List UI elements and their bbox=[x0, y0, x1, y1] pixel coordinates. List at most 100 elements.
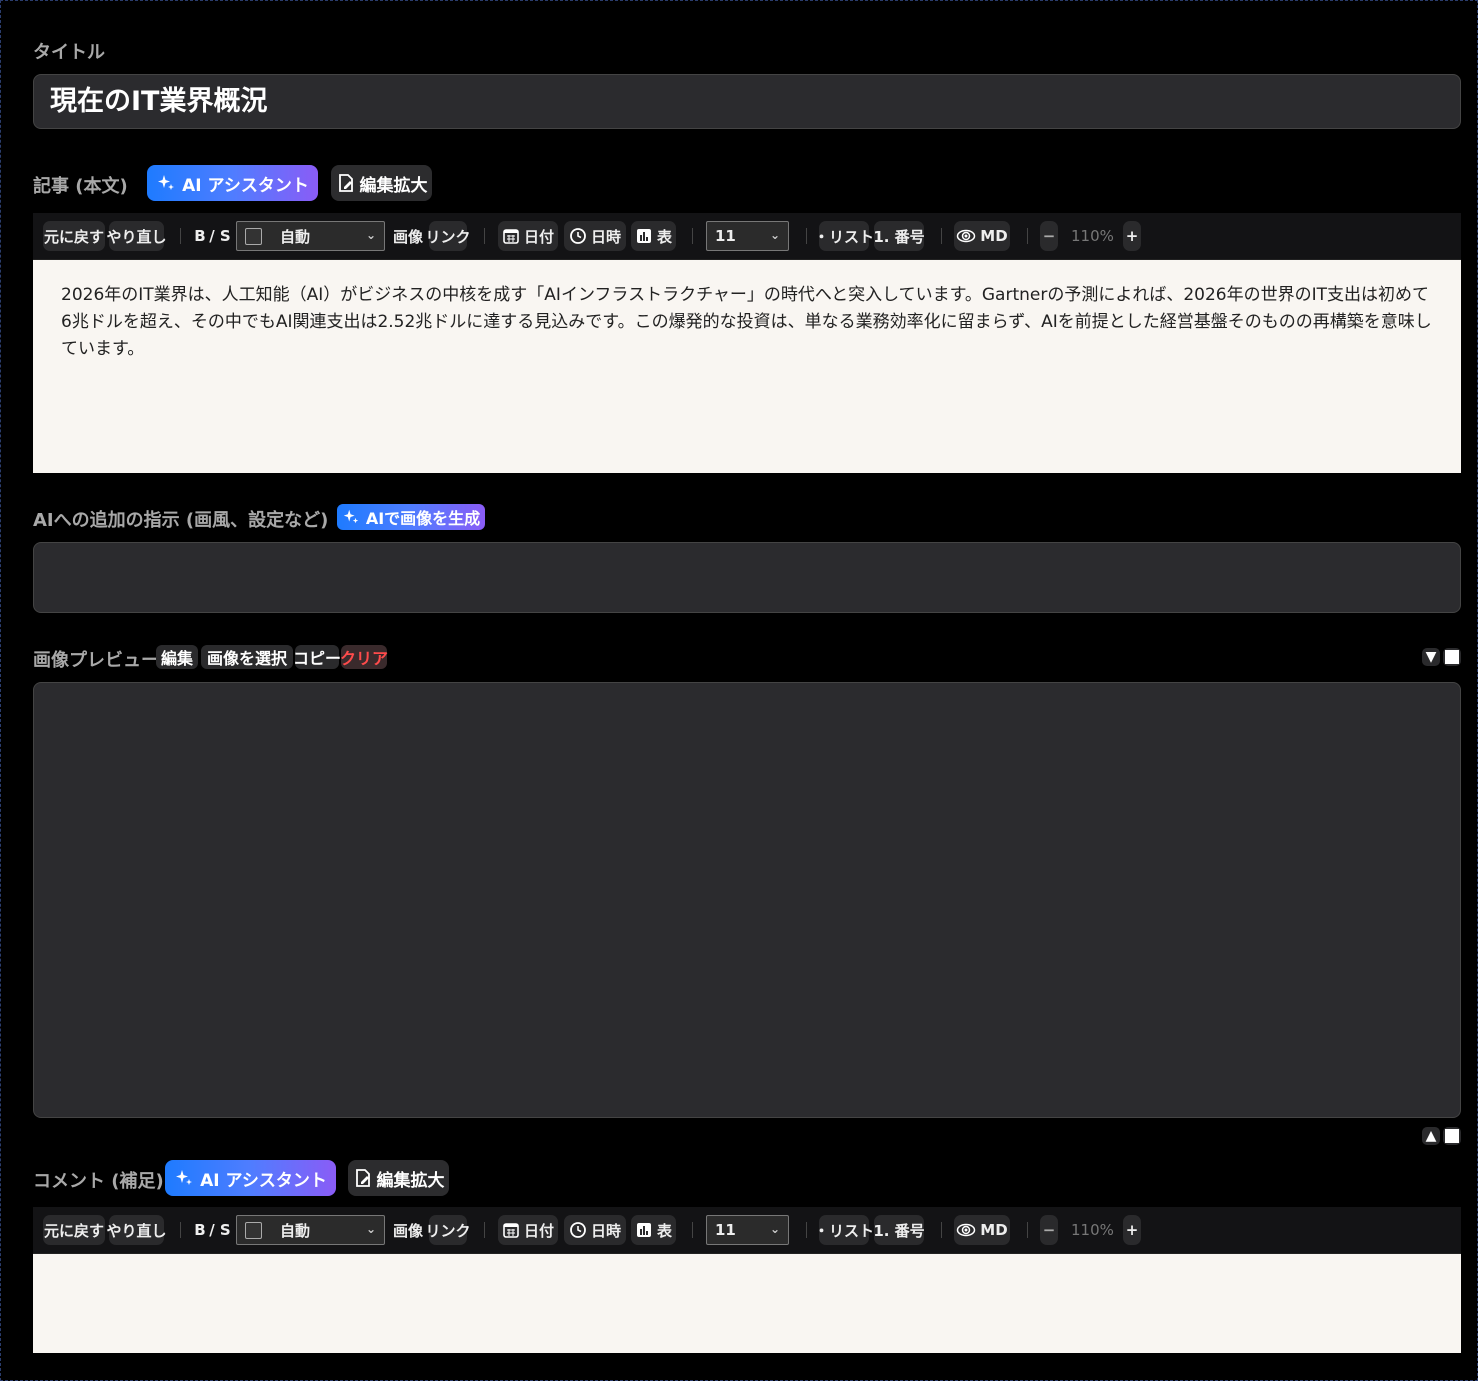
expand-label: 編集拡大 bbox=[359, 175, 428, 196]
eye-icon bbox=[956, 227, 976, 245]
square-icon[interactable] bbox=[1443, 648, 1461, 666]
square-icon[interactable] bbox=[1443, 1127, 1461, 1145]
article-label: 記事 (本文) bbox=[33, 176, 128, 197]
generate-image-label: AIで画像を生成 bbox=[365, 509, 481, 528]
expand-label: 編集拡大 bbox=[376, 1170, 445, 1191]
clock-icon bbox=[569, 227, 587, 245]
zoom-out-button[interactable]: − bbox=[1040, 221, 1058, 251]
redo-button[interactable]: やり直し bbox=[107, 221, 167, 251]
select-image-button[interactable]: 画像を選択 bbox=[201, 645, 293, 669]
title-input[interactable]: 現在のIT業界概況 bbox=[33, 74, 1461, 129]
table-chart-icon bbox=[635, 1221, 653, 1239]
checkbox-icon bbox=[245, 1221, 262, 1239]
toolbar-divider bbox=[1027, 228, 1028, 244]
bullet-list-button[interactable]: ・リスト bbox=[814, 221, 874, 251]
toolbar-divider bbox=[1027, 1222, 1028, 1238]
font-size-select[interactable]: 11 ⌄ bbox=[706, 1215, 789, 1245]
datetime-label: 日時 bbox=[590, 227, 621, 246]
generate-image-button[interactable]: AIで画像を生成 bbox=[337, 504, 485, 530]
format-select[interactable]: 自動 ⌄ bbox=[236, 1215, 385, 1245]
toolbar-divider bbox=[806, 1222, 807, 1238]
article-ai-assistant-button[interactable]: AI アシスタント bbox=[147, 165, 318, 201]
italic-strike-button[interactable]: / S bbox=[209, 221, 231, 251]
image-preview-area bbox=[33, 682, 1461, 1118]
clock-icon bbox=[569, 1221, 587, 1239]
undo-button[interactable]: 元に戻す bbox=[43, 221, 105, 251]
table-button[interactable]: 表 bbox=[631, 221, 676, 251]
collapse-down-icon[interactable]: ▼ bbox=[1422, 648, 1440, 666]
date-button[interactable]: 日付 bbox=[498, 1215, 558, 1245]
zoom-level: 110% bbox=[1071, 227, 1114, 245]
chevron-down-icon: ⌄ bbox=[769, 228, 780, 242]
toolbar-divider bbox=[941, 228, 942, 244]
article-editor[interactable]: 2026年のIT業界は、人工知能（AI）がビジネスの中核を成す「AIインフラスト… bbox=[33, 260, 1461, 473]
comment-toolbar: 元に戻す やり直し B / S 自動 ⌄ 画像 リンク 日付 日時 表 11 ⌄… bbox=[33, 1207, 1461, 1254]
calendar-icon bbox=[502, 227, 520, 245]
numbered-list-button[interactable]: 1. 番号 bbox=[873, 221, 925, 251]
datetime-button[interactable]: 日時 bbox=[564, 221, 626, 251]
sparkle-icon bbox=[174, 1168, 194, 1188]
datetime-button[interactable]: 日時 bbox=[564, 1215, 626, 1245]
toolbar-divider bbox=[692, 1222, 693, 1238]
copy-image-button[interactable]: コピー bbox=[293, 645, 341, 669]
chevron-down-icon: ⌄ bbox=[769, 1222, 780, 1236]
ai-instructions-input[interactable] bbox=[33, 542, 1461, 613]
article-toolbar: 元に戻す やり直し B / S 自動 ⌄ 画像 リンク 日付 日時 表 11 ⌄… bbox=[33, 213, 1461, 260]
markdown-toggle-button[interactable]: MD bbox=[954, 221, 1010, 251]
clear-image-button[interactable]: クリア bbox=[340, 645, 388, 669]
toolbar-divider bbox=[180, 1222, 181, 1238]
datetime-label: 日時 bbox=[590, 1221, 621, 1240]
image-button[interactable]: 画像 bbox=[390, 221, 426, 251]
format-select-value: 自動 bbox=[280, 227, 311, 246]
numbered-list-button[interactable]: 1. 番号 bbox=[873, 1215, 925, 1245]
format-select[interactable]: 自動 ⌄ bbox=[236, 221, 385, 251]
title-label: タイトル bbox=[33, 42, 105, 63]
comment-editor[interactable] bbox=[33, 1254, 1461, 1353]
toolbar-divider bbox=[484, 228, 485, 244]
font-size-select[interactable]: 11 ⌄ bbox=[706, 221, 789, 251]
eye-icon bbox=[956, 1221, 976, 1239]
italic-strike-button[interactable]: / S bbox=[209, 1215, 231, 1245]
image-button[interactable]: 画像 bbox=[390, 1215, 426, 1245]
table-chart-icon bbox=[635, 227, 653, 245]
image-edit-button[interactable]: 編集 bbox=[156, 645, 198, 669]
image-preview-label: 画像プレビュー bbox=[33, 650, 159, 671]
ai-instructions-label: AIへの追加の指示 (画風、設定など) bbox=[33, 510, 329, 531]
article-expand-button[interactable]: 編集拡大 bbox=[331, 165, 432, 201]
table-button[interactable]: 表 bbox=[631, 1215, 676, 1245]
link-button[interactable]: リンク bbox=[426, 221, 471, 251]
calendar-icon bbox=[502, 1221, 520, 1239]
markdown-toggle-button[interactable]: MD bbox=[954, 1215, 1010, 1245]
toolbar-divider bbox=[692, 228, 693, 244]
link-button[interactable]: リンク bbox=[426, 1215, 471, 1245]
sparkle-icon bbox=[342, 508, 360, 526]
zoom-in-button[interactable]: + bbox=[1123, 1215, 1141, 1245]
edit-document-icon bbox=[336, 173, 356, 193]
comment-ai-assistant-button[interactable]: AI アシスタント bbox=[165, 1160, 336, 1196]
chevron-down-icon: ⌄ bbox=[365, 228, 376, 242]
toolbar-divider bbox=[484, 1222, 485, 1238]
md-label: MD bbox=[980, 227, 1008, 245]
toolbar-divider bbox=[806, 228, 807, 244]
format-select-value: 自動 bbox=[280, 1221, 311, 1240]
table-label: 表 bbox=[656, 227, 672, 246]
toolbar-divider bbox=[180, 228, 181, 244]
zoom-out-button[interactable]: − bbox=[1040, 1215, 1058, 1245]
zoom-in-button[interactable]: + bbox=[1123, 221, 1141, 251]
redo-button[interactable]: やり直し bbox=[107, 1215, 167, 1245]
bold-button[interactable]: B bbox=[193, 1215, 207, 1245]
comment-expand-button[interactable]: 編集拡大 bbox=[348, 1160, 449, 1196]
zoom-level: 110% bbox=[1071, 1221, 1114, 1239]
md-label: MD bbox=[980, 1221, 1008, 1239]
bullet-list-button[interactable]: ・リスト bbox=[814, 1215, 874, 1245]
edit-document-icon bbox=[353, 1168, 373, 1188]
checkbox-icon bbox=[245, 227, 262, 245]
collapse-up-icon[interactable]: ▲ bbox=[1422, 1127, 1440, 1145]
date-button[interactable]: 日付 bbox=[498, 221, 558, 251]
ai-assistant-label: AI アシスタント bbox=[182, 175, 309, 196]
date-label: 日付 bbox=[523, 1221, 554, 1240]
date-label: 日付 bbox=[523, 227, 554, 246]
bold-button[interactable]: B bbox=[193, 221, 207, 251]
chevron-down-icon: ⌄ bbox=[365, 1222, 376, 1236]
undo-button[interactable]: 元に戻す bbox=[43, 1215, 105, 1245]
